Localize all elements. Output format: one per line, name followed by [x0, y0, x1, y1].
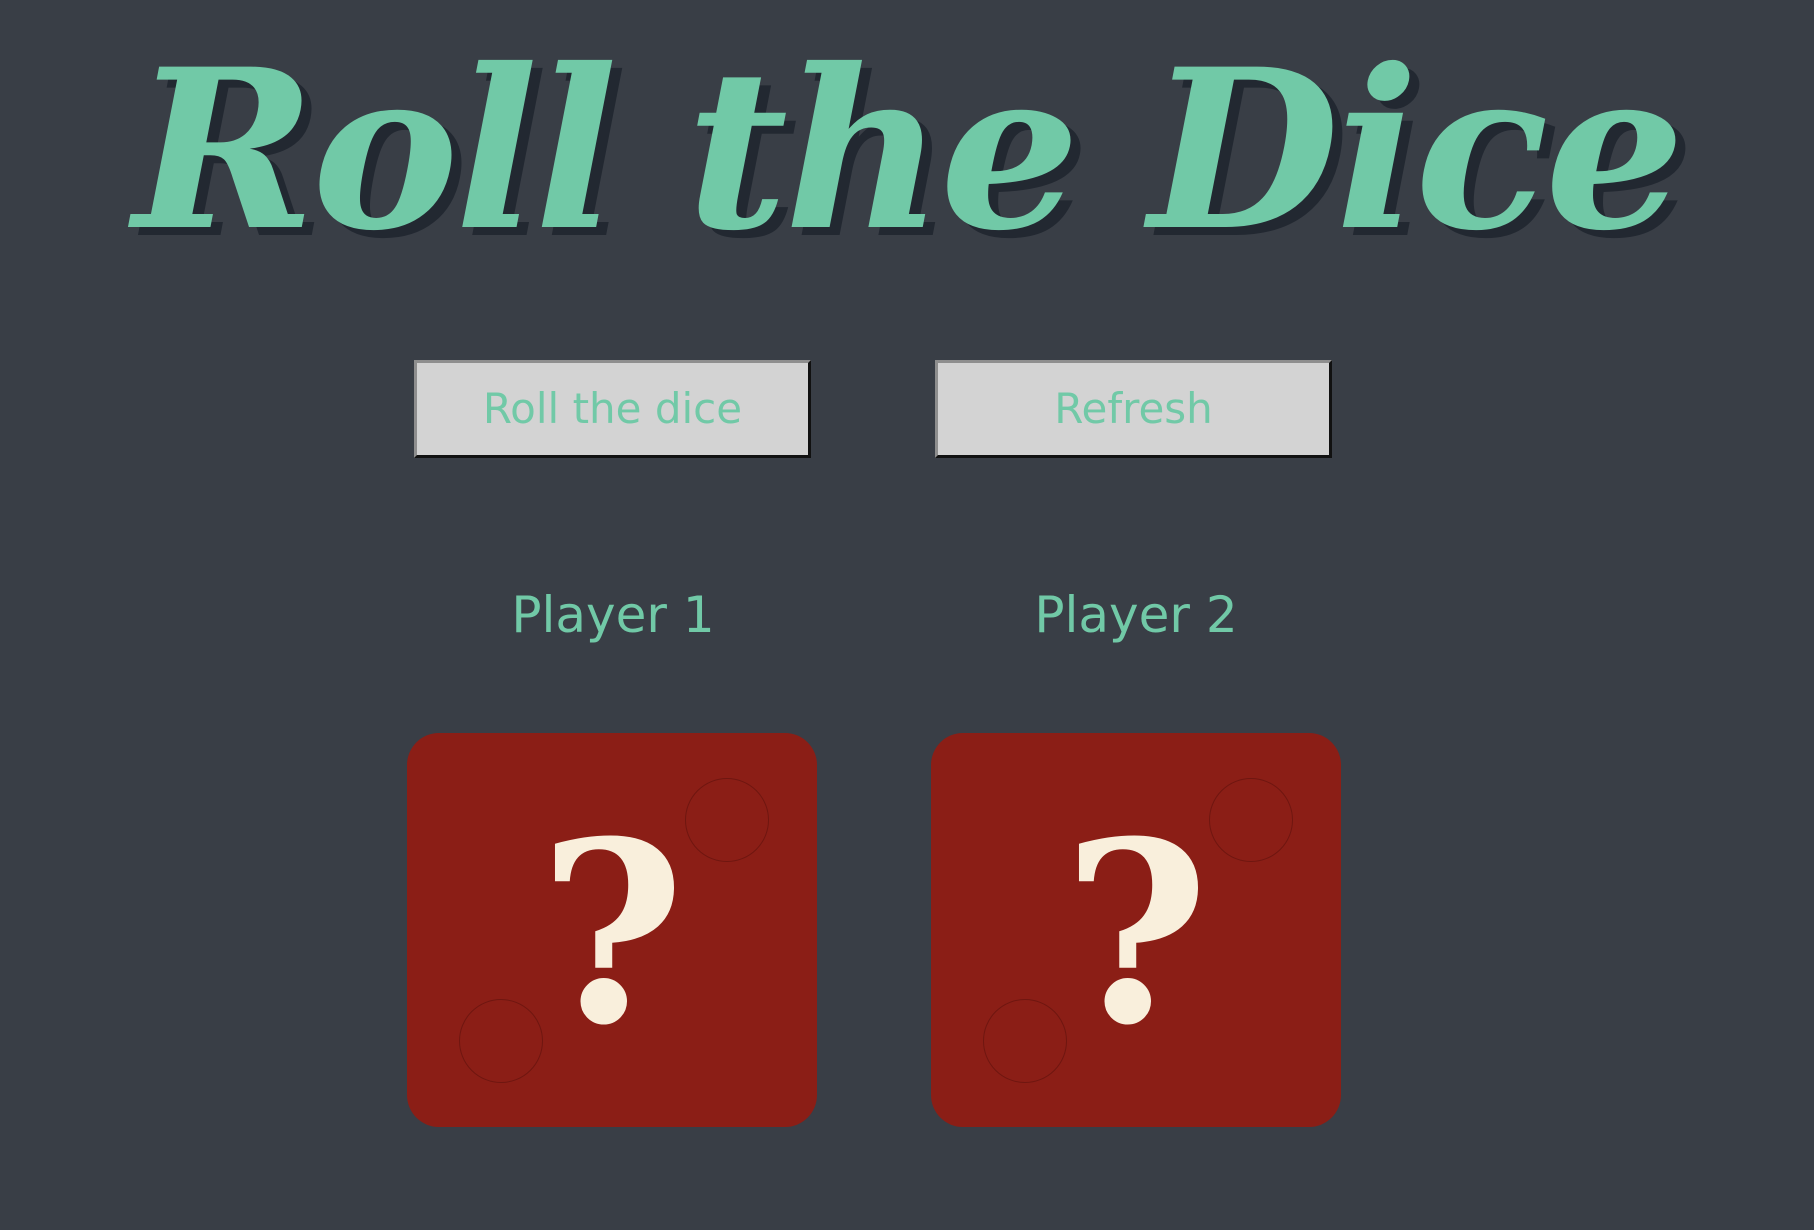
- question-mark-icon: ?: [1062, 786, 1210, 1080]
- player-1-die: ?: [407, 733, 817, 1127]
- roll-dice-button[interactable]: Roll the dice: [414, 360, 811, 458]
- question-mark-icon: ?: [538, 786, 686, 1080]
- refresh-button[interactable]: Refresh: [935, 360, 1332, 458]
- player-2-die: ?: [931, 733, 1341, 1127]
- page-title: Roll the Dice: [133, 20, 1685, 279]
- player-1-label: Player 1: [511, 586, 715, 644]
- player-2-label: Player 2: [1034, 586, 1238, 644]
